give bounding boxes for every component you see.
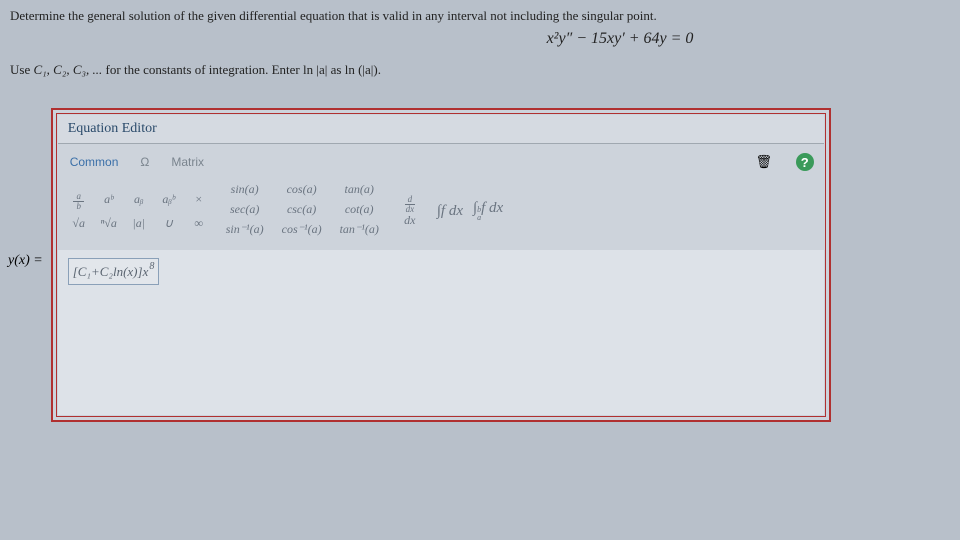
btn-sec[interactable]: sec(a) [226,202,264,220]
btn-derivative[interactable]: ddx [401,191,419,209]
editor-title: Equation Editor [58,115,824,144]
question-equation: x²y″ − 15xy′ + 64y = 0 [10,30,950,48]
btn-fraction[interactable]: ab [70,188,88,211]
tab-common[interactable]: Common [70,155,119,169]
btn-cos[interactable]: cos(a) [282,182,322,200]
btn-subscript[interactable]: aᵦ [130,192,148,207]
btn-power[interactable]: aᵇ [100,192,118,207]
btn-defintegral[interactable]: ∫baf dx [473,200,503,222]
trash-icon[interactable]: 🗑 [754,152,774,172]
btn-union[interactable]: ∪ [160,216,178,231]
btn-dx[interactable]: dx [401,213,419,231]
btn-times[interactable]: × [190,192,208,207]
entered-expression[interactable]: [C₁ + C₂ln(x)]x8 [68,258,160,285]
toolbar: ab √a aᵇ ⁿ√a aᵦ |a| aᵦᵇ ∪ × ∞ sin(a) cos… [58,176,824,250]
tab-matrix[interactable]: Matrix [171,155,204,169]
answer-label: y(x) = [8,253,43,269]
help-icon[interactable]: ? [796,153,814,171]
question-instruction: Use C₁, C₂, C₃, ... for the constants of… [10,62,950,78]
btn-atan[interactable]: tan⁻¹(a) [340,222,379,240]
btn-sqrt[interactable]: √a [70,216,88,231]
btn-abs[interactable]: |a| [130,216,148,231]
btn-csc[interactable]: csc(a) [282,202,322,220]
btn-infinity[interactable]: ∞ [190,216,208,231]
btn-sin[interactable]: sin(a) [226,182,264,200]
btn-nroot[interactable]: ⁿ√a [100,216,118,231]
question-prompt: Determine the general solution of the gi… [10,8,950,24]
btn-acos[interactable]: cos⁻¹(a) [282,222,322,240]
btn-asin[interactable]: sin⁻¹(a) [226,222,264,240]
btn-subsup[interactable]: aᵦᵇ [160,192,178,207]
tab-omega[interactable]: Ω [140,155,149,169]
btn-cot[interactable]: cot(a) [340,202,379,220]
btn-tan[interactable]: tan(a) [340,182,379,200]
btn-integral[interactable]: ∫f dx [437,203,463,220]
editor-canvas[interactable]: [C₁ + C₂ln(x)]x8 [58,250,824,415]
equation-editor: Equation Editor Common Ω Matrix 🗑 ? ab √… [51,108,831,422]
